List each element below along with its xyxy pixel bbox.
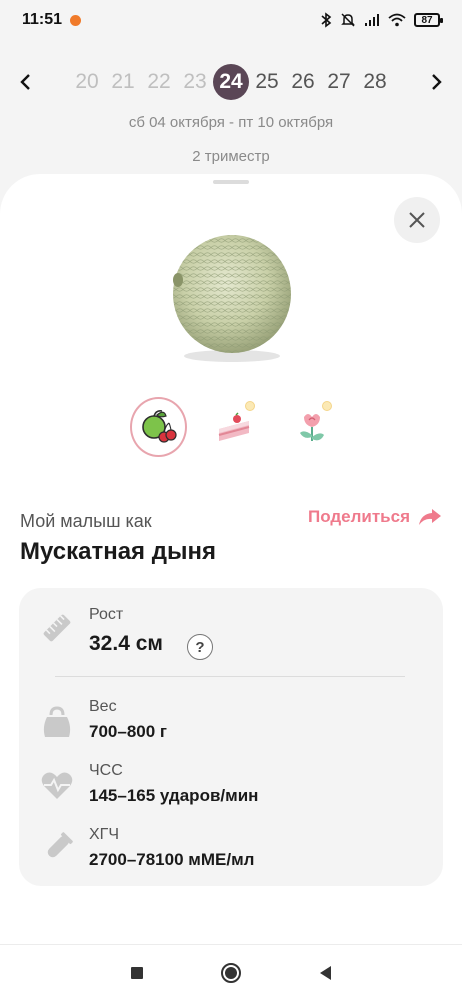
recents-square-icon [131, 966, 143, 979]
next-week-button[interactable] [426, 67, 448, 97]
dessert-category-button[interactable] [207, 397, 264, 457]
share-label: Поделиться [307, 507, 410, 526]
home-circle-icon [221, 962, 241, 983]
back-button[interactable] [307, 955, 343, 991]
height-value: 32.4 см [89, 632, 163, 655]
hcg-value: 2700–78100 мМЕ/мл [89, 850, 255, 869]
notification-icon [70, 14, 82, 26]
stat-weight: Вес 700–800 г [19, 698, 443, 754]
heart-rate-icon [39, 768, 75, 804]
close-button[interactable] [394, 197, 440, 243]
signal-icon [365, 14, 379, 26]
wifi-icon [388, 13, 406, 27]
stat-hcg: ХГЧ 2700–78100 мМЕ/мл [19, 826, 443, 882]
status-right: 87 [320, 12, 443, 28]
ruler-icon [39, 610, 75, 646]
test-tube-icon [39, 830, 75, 866]
cake-icon [218, 412, 250, 441]
heart-rate-label: ЧСС [89, 762, 123, 779]
bluetooth-icon [321, 12, 332, 28]
week-numbers: 20 21 22 23 24 25 26 27 28 [69, 64, 393, 100]
home-button[interactable] [213, 955, 249, 991]
stat-heart-rate: ЧСС 145–165 ударов/мин [19, 762, 443, 818]
week-number[interactable]: 25 [249, 64, 285, 100]
week-number[interactable]: 28 [357, 64, 393, 100]
week-number[interactable]: 23 [177, 64, 213, 100]
week-number[interactable]: 22 [141, 64, 177, 100]
share-arrow-icon [419, 509, 441, 525]
baby-size-caption: Мой малыш как [20, 511, 152, 531]
flower-category-button[interactable] [283, 397, 340, 457]
chevron-right-icon [432, 74, 442, 90]
status-bar: 11:51 87 [0, 0, 462, 40]
week-number[interactable]: 26 [285, 64, 321, 100]
battery-level: 87 [421, 14, 433, 26]
week-number[interactable]: 27 [321, 64, 357, 100]
fruit-category-button[interactable] [130, 397, 187, 457]
height-label: Рост [89, 606, 124, 623]
stats-card: Рост 32.4 см ? Вес 700–800 г ЧСС 145–165… [19, 588, 443, 886]
flower-icon [299, 414, 324, 441]
weight-value: 700–800 г [89, 722, 167, 741]
system-nav-bar [0, 944, 462, 1000]
week-number[interactable]: 21 [105, 64, 141, 100]
weight-icon [39, 704, 75, 740]
weight-label: Вес [89, 698, 117, 715]
drag-handle[interactable] [213, 180, 249, 184]
status-time: 11:51 [22, 11, 63, 28]
fruit-sheet: Мой малыш как Поделиться Мускатная дыня … [0, 174, 462, 944]
stat-height: Рост 32.4 см ? [19, 606, 443, 662]
week-selector: 20 21 22 23 24 25 26 27 28 [0, 62, 462, 102]
prev-week-button[interactable] [14, 67, 36, 97]
heart-rate-value: 145–165 ударов/мин [89, 786, 259, 805]
hcg-label: ХГЧ [89, 826, 119, 843]
week-date-range: сб 04 октября - пт 10 октября [128, 114, 334, 131]
melon-image [162, 230, 302, 370]
height-help-button[interactable]: ? [187, 634, 213, 660]
trimester-label: 2 триместр [192, 148, 270, 165]
category-icons [130, 396, 340, 458]
recents-button[interactable] [119, 955, 155, 991]
share-button[interactable]: Поделиться [308, 507, 442, 527]
status-left: 11:51 [22, 11, 82, 29]
divider [55, 676, 405, 677]
new-badge-dot [322, 401, 332, 411]
mute-icon [341, 13, 355, 27]
chevron-left-icon [20, 74, 30, 90]
week-number-active[interactable]: 24 [213, 64, 249, 100]
week-number[interactable]: 20 [69, 64, 105, 100]
back-triangle-icon [320, 965, 331, 980]
battery-icon: 87 [414, 13, 443, 27]
close-icon [409, 212, 425, 228]
fruit-icon [142, 410, 178, 443]
fruit-name: Мускатная дыня [20, 538, 216, 565]
